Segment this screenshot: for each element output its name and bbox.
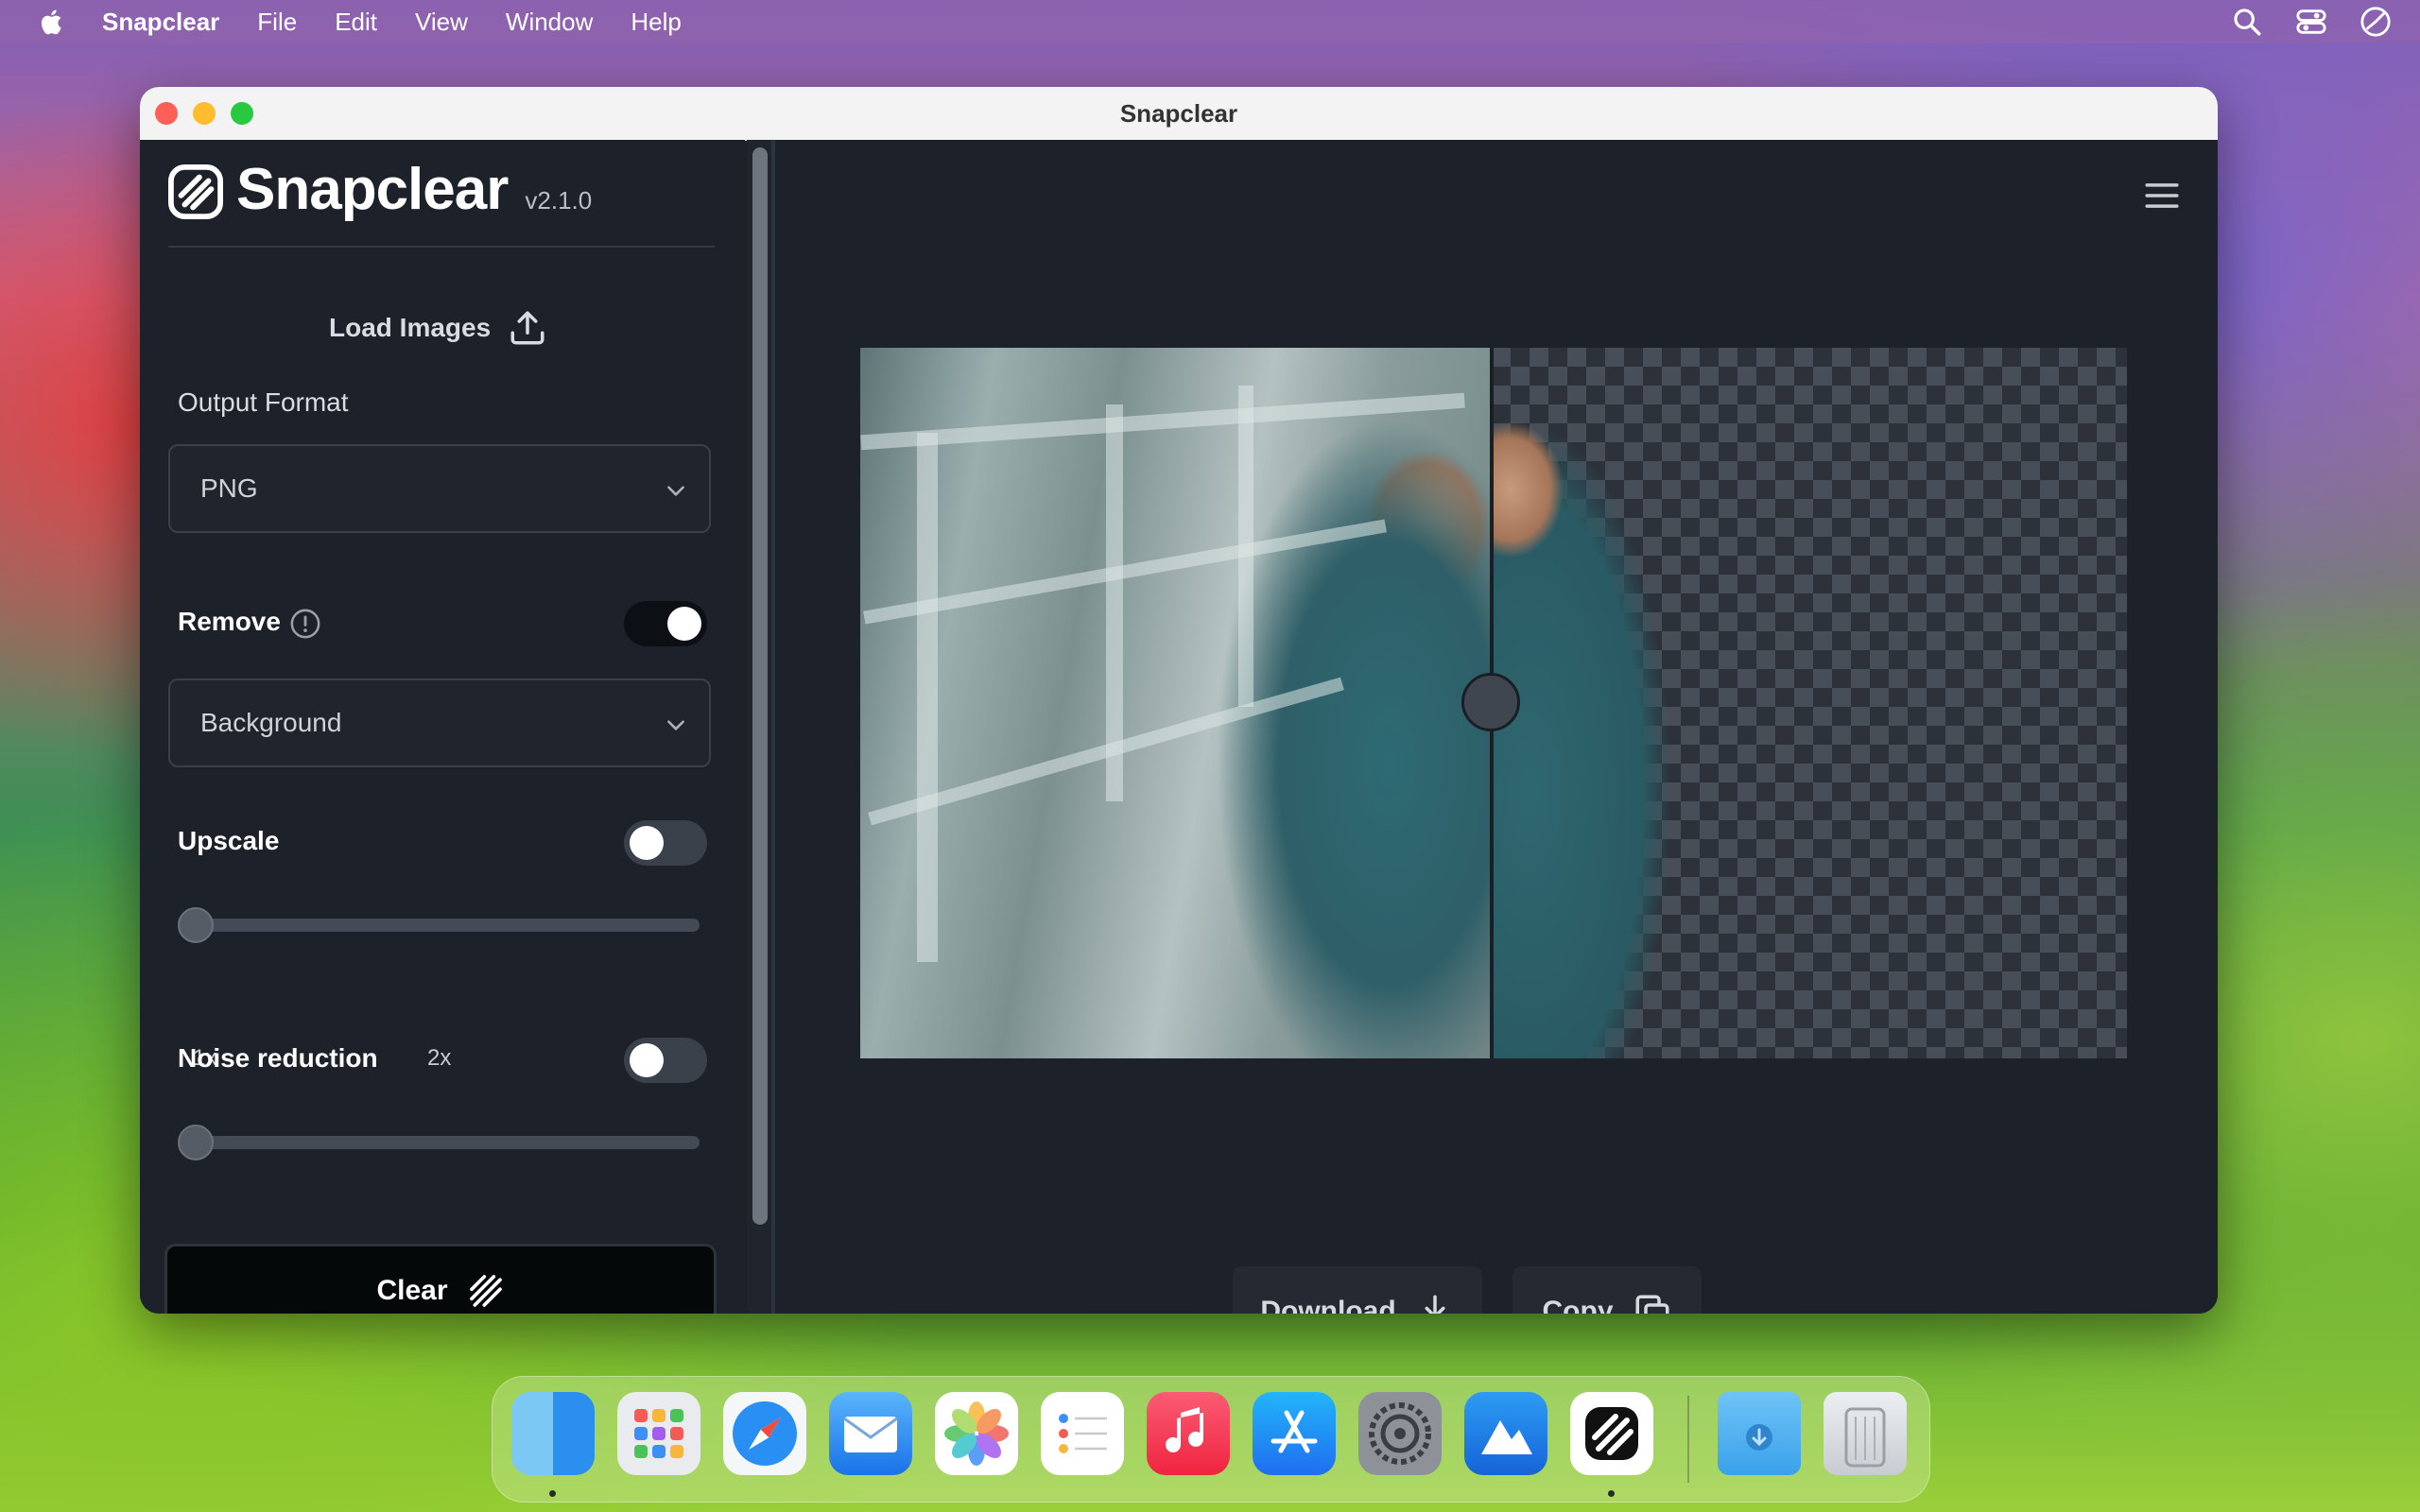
window-titlebar[interactable]: Snapclear <box>140 87 2218 141</box>
window-title: Snapclear <box>1119 98 1238 128</box>
running-indicator <box>549 1490 556 1497</box>
menu-app-name[interactable]: Snapclear <box>102 8 219 37</box>
menu-help[interactable]: Help <box>631 8 681 37</box>
preview-area: Download Copy <box>775 140 2218 1314</box>
brand: Snapclear v2.1.0 <box>168 161 592 219</box>
download-icon <box>1425 1295 1445 1314</box>
menu-file[interactable]: File <box>257 8 297 37</box>
sidebar-scrollbar-thumb[interactable] <box>752 147 768 1225</box>
noise-reduction-slider-track[interactable] <box>182 1136 700 1149</box>
before-after-preview[interactable] <box>860 348 2127 1058</box>
noise-reduction-label: Noise reduction <box>178 1043 378 1073</box>
copy-label: Copy <box>1542 1296 1614 1314</box>
toggle-knob <box>630 826 664 860</box>
output-format-label: Output Format <box>178 387 349 417</box>
info-icon[interactable] <box>289 608 321 640</box>
chevron-down-icon <box>667 720 684 730</box>
system-settings-icon[interactable] <box>1358 1392 1442 1475</box>
copy-button[interactable]: Copy <box>1512 1266 1702 1314</box>
downloads-folder-icon[interactable] <box>1718 1392 1801 1475</box>
download-button[interactable]: Download <box>1233 1266 1482 1314</box>
menu-view[interactable]: View <box>415 8 468 37</box>
snapclear-icon[interactable] <box>1570 1392 1653 1475</box>
app-store-icon[interactable] <box>1253 1392 1336 1475</box>
close-window-button[interactable] <box>155 102 178 125</box>
hamburger-menu-icon[interactable] <box>2144 180 2180 212</box>
apple-menu-icon[interactable] <box>38 8 64 36</box>
app-window: Snapclear Snapclear v2.1.0 Load Images O… <box>140 87 2218 1314</box>
dock-separator <box>1687 1396 1689 1483</box>
output-format-select[interactable]: PNG <box>168 444 711 533</box>
remove-toggle[interactable] <box>624 601 707 646</box>
zoom-window-button[interactable] <box>231 102 253 125</box>
clear-label: Clear <box>376 1275 448 1306</box>
snapclear-logo-icon <box>168 164 223 219</box>
minimize-window-button[interactable] <box>193 102 216 125</box>
menu-bar: Snapclear File Edit View Window Help <box>0 0 2420 43</box>
launchpad-icon[interactable] <box>617 1392 700 1475</box>
noise-reduction-slider-thumb[interactable] <box>178 1125 214 1160</box>
clear-hatch-icon <box>469 1275 502 1307</box>
dock <box>492 1376 1930 1503</box>
copy-icon <box>1635 1295 1668 1314</box>
window-controls <box>155 102 253 125</box>
chevron-down-icon <box>667 486 684 496</box>
running-indicator <box>1608 1490 1615 1497</box>
safari-icon[interactable] <box>723 1392 806 1475</box>
original-photo <box>860 348 1492 1058</box>
music-icon[interactable] <box>1147 1392 1230 1475</box>
toggle-knob <box>667 607 701 641</box>
trash-icon[interactable] <box>1824 1392 1907 1475</box>
brand-name: Snapclear <box>236 157 509 222</box>
subject-cutout <box>1492 348 1719 1058</box>
upscale-tick-2x: 2x <box>427 1045 452 1071</box>
divider <box>168 246 715 248</box>
upload-icon <box>510 311 544 345</box>
remove-target-value: Background <box>200 708 342 737</box>
reminders-icon[interactable] <box>1041 1392 1124 1475</box>
toggle-knob <box>630 1043 664 1077</box>
spotlight-search-icon[interactable] <box>2231 6 2263 38</box>
altitude-icon[interactable] <box>1464 1392 1547 1475</box>
settings-sidebar: Snapclear v2.1.0 Load Images Output Form… <box>140 140 745 1314</box>
clock-icon[interactable] <box>2360 6 2392 38</box>
load-images-label: Load Images <box>329 313 492 342</box>
control-center-icon[interactable] <box>2295 6 2327 38</box>
photos-icon[interactable] <box>935 1392 1018 1475</box>
upscale-slider-track[interactable] <box>182 919 700 932</box>
mail-icon[interactable] <box>829 1392 912 1475</box>
remove-target-select[interactable]: Background <box>168 679 711 767</box>
download-label: Download <box>1260 1296 1396 1314</box>
upscale-label: Upscale <box>178 826 280 855</box>
split-handle[interactable] <box>1461 673 1520 731</box>
finder-icon[interactable] <box>511 1392 595 1475</box>
menu-window[interactable]: Window <box>506 8 593 37</box>
app-version: v2.1.0 <box>525 186 593 215</box>
remove-label: Remove <box>178 607 281 636</box>
upscale-toggle[interactable] <box>624 820 707 866</box>
menu-edit[interactable]: Edit <box>335 8 377 37</box>
load-images-button[interactable]: Load Images <box>329 308 547 348</box>
transparent-background-preview <box>1492 348 2127 1058</box>
upscale-slider-thumb[interactable] <box>178 907 214 943</box>
clear-button[interactable]: Clear <box>164 1244 717 1314</box>
output-format-value: PNG <box>200 473 258 503</box>
noise-reduction-toggle[interactable] <box>624 1038 707 1083</box>
